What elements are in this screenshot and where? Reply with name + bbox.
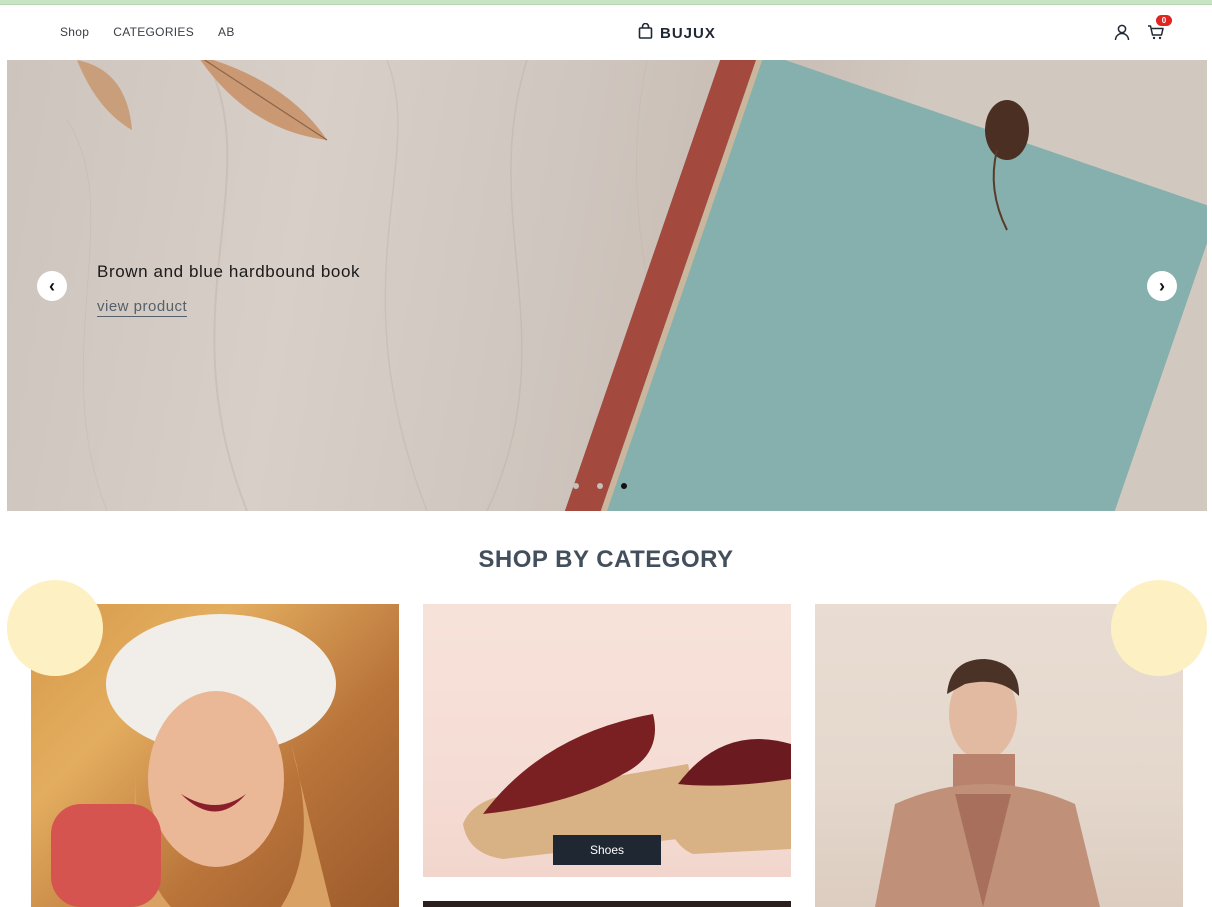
chevron-right-icon: › xyxy=(1159,275,1165,296)
cart-icon xyxy=(1147,25,1165,45)
section-title: SHOP BY CATEGORY xyxy=(478,546,734,573)
cart-count-badge: 0 xyxy=(1156,15,1172,26)
nav-icons: 0 xyxy=(1113,15,1172,41)
view-product-link[interactable]: view product xyxy=(97,298,188,317)
decorative-circle-right xyxy=(1111,580,1207,676)
carousel-dot[interactable] xyxy=(597,483,603,489)
brand-name: BUJUX xyxy=(660,25,716,42)
nav-link-ab[interactable]: AB xyxy=(218,25,235,39)
dried-leaf-image xyxy=(77,60,328,141)
category-card-partial[interactable] xyxy=(423,901,791,907)
hero-carousel: Brown and blue hardbound book view produ… xyxy=(7,60,1207,511)
nav-link-categories[interactable]: CATEGORIES xyxy=(113,25,194,39)
chevron-left-icon: ‹ xyxy=(49,275,55,296)
shopping-bag-icon xyxy=(638,22,653,44)
hero-caption: Brown and blue hardbound book view produ… xyxy=(97,262,360,317)
pine-cone-image xyxy=(985,100,1029,231)
carousel-next-button[interactable]: › xyxy=(1147,271,1177,301)
decorative-circle-left xyxy=(7,580,103,676)
brand-logo[interactable]: BUJUX xyxy=(638,22,716,44)
cart-button[interactable]: 0 xyxy=(1147,15,1172,41)
carousel-prev-button[interactable]: ‹ xyxy=(37,271,67,301)
nav-link-shop[interactable]: Shop xyxy=(60,25,89,39)
nav-links: Shop CATEGORIES AB xyxy=(60,25,259,39)
user-icon[interactable] xyxy=(1113,23,1131,41)
category-card-shoes[interactable]: Shoes xyxy=(423,604,791,877)
category-label-shoes[interactable]: Shoes xyxy=(553,835,661,865)
navbar: Shop CATEGORIES AB BUJUX 0 xyxy=(0,5,1212,60)
carousel-dot[interactable] xyxy=(573,483,579,489)
carousel-dots xyxy=(573,483,627,489)
carousel-dot-active[interactable] xyxy=(621,483,627,489)
hero-title: Brown and blue hardbound book xyxy=(97,262,361,281)
